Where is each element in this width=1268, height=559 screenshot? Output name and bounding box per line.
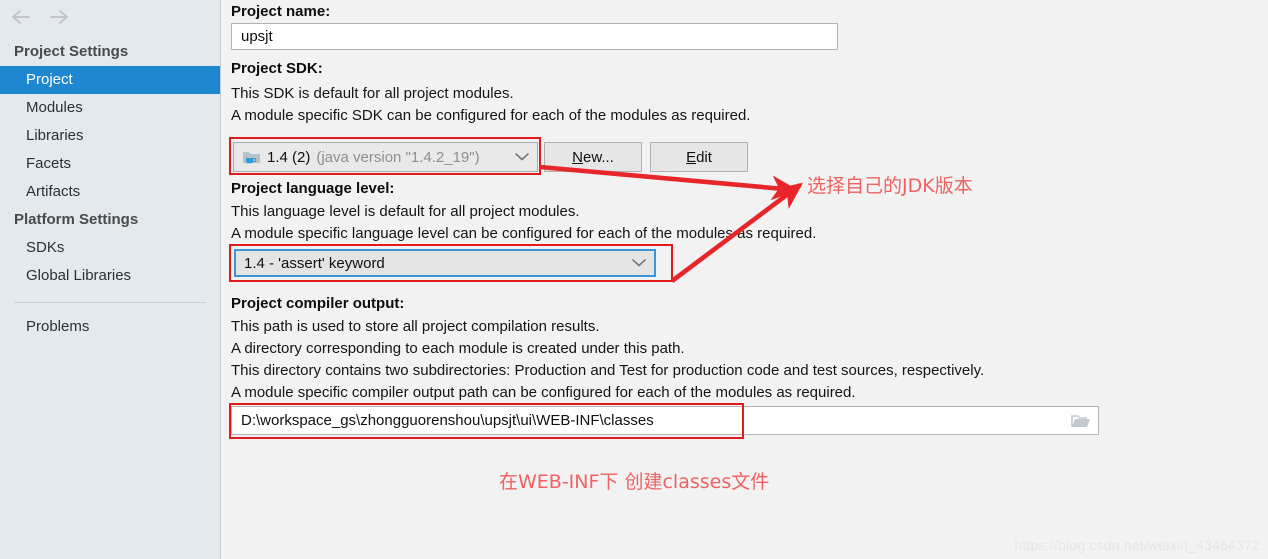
sidebar-item-project[interactable]: Project <box>0 66 220 94</box>
sidebar-item-modules[interactable]: Modules <box>0 94 220 122</box>
project-settings-panel: Project name: upsjt Project SDK: This SD… <box>222 0 1268 559</box>
new-sdk-button[interactable]: New... <box>544 142 642 172</box>
sidebar-item-artifacts[interactable]: Artifacts <box>0 178 220 206</box>
project-sdk-combo[interactable]: 1.4 (2) (java version "1.4.2_19") <box>233 142 538 172</box>
project-name-input[interactable]: upsjt <box>231 23 838 50</box>
settings-sidebar: Project Settings Project Modules Librari… <box>0 0 221 559</box>
sidebar-group-project-settings: Project Settings <box>14 43 129 60</box>
project-sdk-desc-line1: This SDK is default for all project modu… <box>231 85 514 102</box>
project-name-label: Project name: <box>231 3 331 20</box>
arrow-right-icon[interactable] <box>48 6 70 28</box>
compiler-output-label: Project compiler output: <box>231 295 405 312</box>
language-level-desc-line2: A module specific language level can be … <box>231 225 817 242</box>
sidebar-divider <box>14 302 206 303</box>
sidebar-item-sdks[interactable]: SDKs <box>0 234 220 262</box>
chevron-down-icon[interactable] <box>632 255 646 272</box>
annotation-note-classes: 在WEB-INF下 创建classes文件 <box>499 471 770 493</box>
edit-button-mnemonic: E <box>686 148 697 166</box>
edit-button-rest: dit <box>696 148 712 166</box>
compiler-output-path-input[interactable]: D:\workspace_gs\zhongguorenshou\upsjt\ui… <box>231 406 1099 435</box>
compiler-output-desc-line2: A directory corresponding to each module… <box>231 340 685 357</box>
project-sdk-label: Project SDK: <box>231 60 323 77</box>
folder-open-icon[interactable] <box>1071 414 1092 435</box>
sidebar-item-global-libraries[interactable]: Global Libraries <box>0 262 220 290</box>
new-button-mnemonic: N <box>572 148 583 166</box>
sidebar-group-platform-settings: Platform Settings <box>14 211 139 228</box>
language-level-combo[interactable]: 1.4 - 'assert' keyword <box>234 249 656 277</box>
sidebar-tree: Project Settings Project Modules Librari… <box>0 34 220 341</box>
sidebar-item-facets[interactable]: Facets <box>0 150 220 178</box>
project-sdk-value: 1.4 (2) <box>267 148 311 166</box>
sidebar-item-problems[interactable]: Problems <box>0 313 220 341</box>
edit-sdk-button[interactable]: Edit <box>650 142 748 172</box>
compiler-output-desc-line3: This directory contains two subdirectori… <box>231 362 985 379</box>
java-sdk-folder-icon <box>242 149 261 166</box>
navigation-arrows <box>0 0 220 34</box>
project-sdk-desc-line2: A module specific SDK can be configured … <box>231 107 751 124</box>
chevron-down-icon[interactable] <box>515 149 529 166</box>
sidebar-item-libraries[interactable]: Libraries <box>0 122 220 150</box>
annotation-note-sdk: 选择自己的JDK版本 <box>807 175 973 197</box>
compiler-output-desc-line4: A module specific compiler output path c… <box>231 384 856 401</box>
arrow-left-icon[interactable] <box>10 6 32 28</box>
new-button-rest: ew... <box>582 148 614 166</box>
project-sdk-version-detail: (java version "1.4.2_19") <box>316 148 480 166</box>
language-level-label: Project language level: <box>231 180 395 197</box>
compiler-output-desc-line1: This path is used to store all project c… <box>231 318 600 335</box>
language-level-value: 1.4 - 'assert' keyword <box>244 254 385 272</box>
language-level-desc-line1: This language level is default for all p… <box>231 203 580 220</box>
